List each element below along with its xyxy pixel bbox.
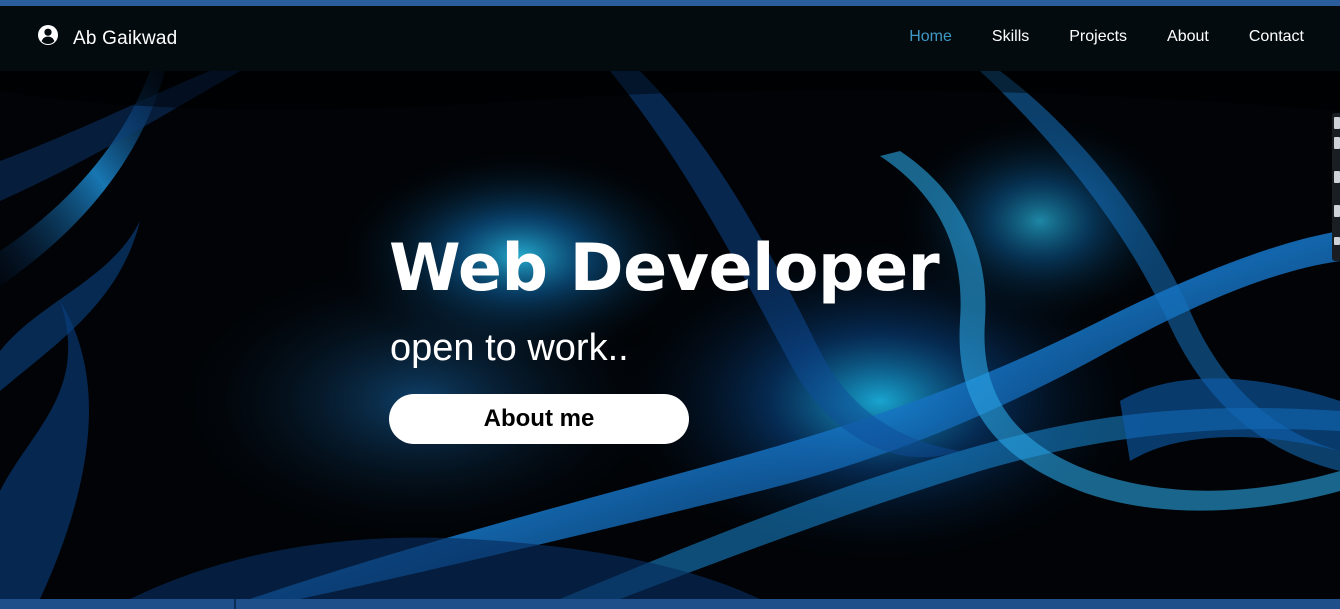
browser-viewport: Ab Gaikwad Home Skills Projects About Co… [0, 0, 1340, 609]
hero-background-image [0, 71, 1340, 599]
brand[interactable]: Ab Gaikwad [37, 25, 177, 53]
side-toolbar-box-icon[interactable] [1334, 171, 1340, 183]
hero-subtitle: open to work.. [390, 327, 629, 369]
nav-home-link[interactable]: Home [909, 28, 952, 46]
nav-contact-link[interactable]: Contact [1249, 28, 1304, 46]
nav-skills-link[interactable]: Skills [992, 28, 1029, 46]
brand-name: Ab Gaikwad [73, 28, 178, 49]
nav-links: Home Skills Projects About Contact [869, 28, 1304, 46]
side-toolbar-widget[interactable] [1332, 113, 1340, 261]
about-me-button[interactable]: About me [389, 394, 689, 444]
side-toolbar-arrow-icon[interactable] [1334, 237, 1340, 245]
hero-section: Web Developer open to work.. About me [0, 71, 1340, 599]
user-circle-icon [37, 24, 59, 46]
bottom-window-border [0, 599, 1340, 609]
side-toolbar-box-icon[interactable] [1334, 205, 1340, 217]
nav-projects-link[interactable]: Projects [1069, 28, 1127, 46]
nav-about-link[interactable]: About [1167, 28, 1209, 46]
side-toolbar-box-icon[interactable] [1334, 137, 1340, 149]
navbar: Ab Gaikwad Home Skills Projects About Co… [0, 6, 1340, 71]
side-toolbar-close-icon[interactable] [1334, 117, 1340, 129]
bottom-divider [234, 599, 236, 609]
hero-title: Web Developer [389, 231, 940, 306]
